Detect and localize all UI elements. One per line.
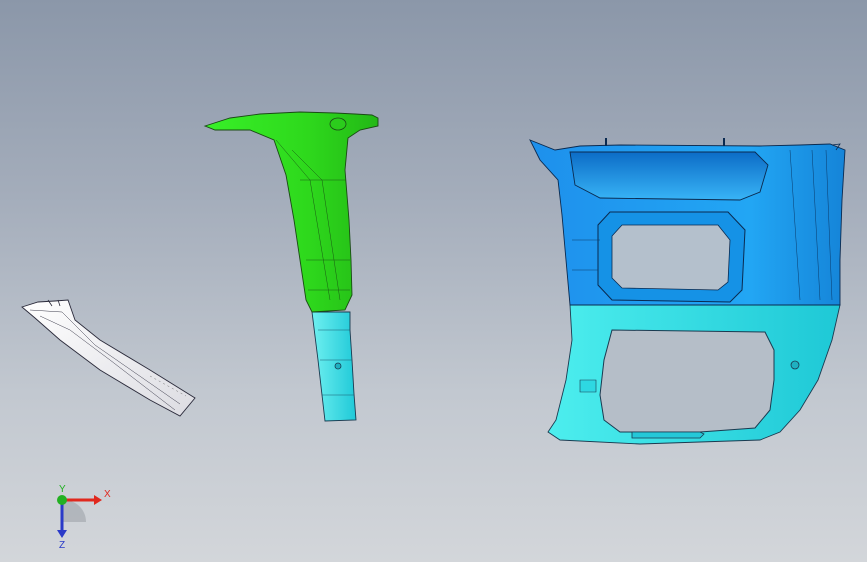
cad-viewport[interactable]: X Y Z xyxy=(0,0,867,562)
z-axis-label: Z xyxy=(59,540,65,550)
coordinate-triad: X Y Z xyxy=(57,484,111,550)
door-panel-part[interactable] xyxy=(529,138,846,445)
y-axis-label: Y xyxy=(59,484,66,495)
z-axis-arrow xyxy=(57,530,67,538)
y-axis-dot xyxy=(57,495,67,505)
b-pillar-part[interactable] xyxy=(203,111,379,422)
x-axis-arrow xyxy=(94,495,102,505)
trim-strip-part[interactable] xyxy=(21,299,196,417)
model-scene[interactable] xyxy=(0,0,867,562)
x-axis-label: X xyxy=(104,489,111,500)
